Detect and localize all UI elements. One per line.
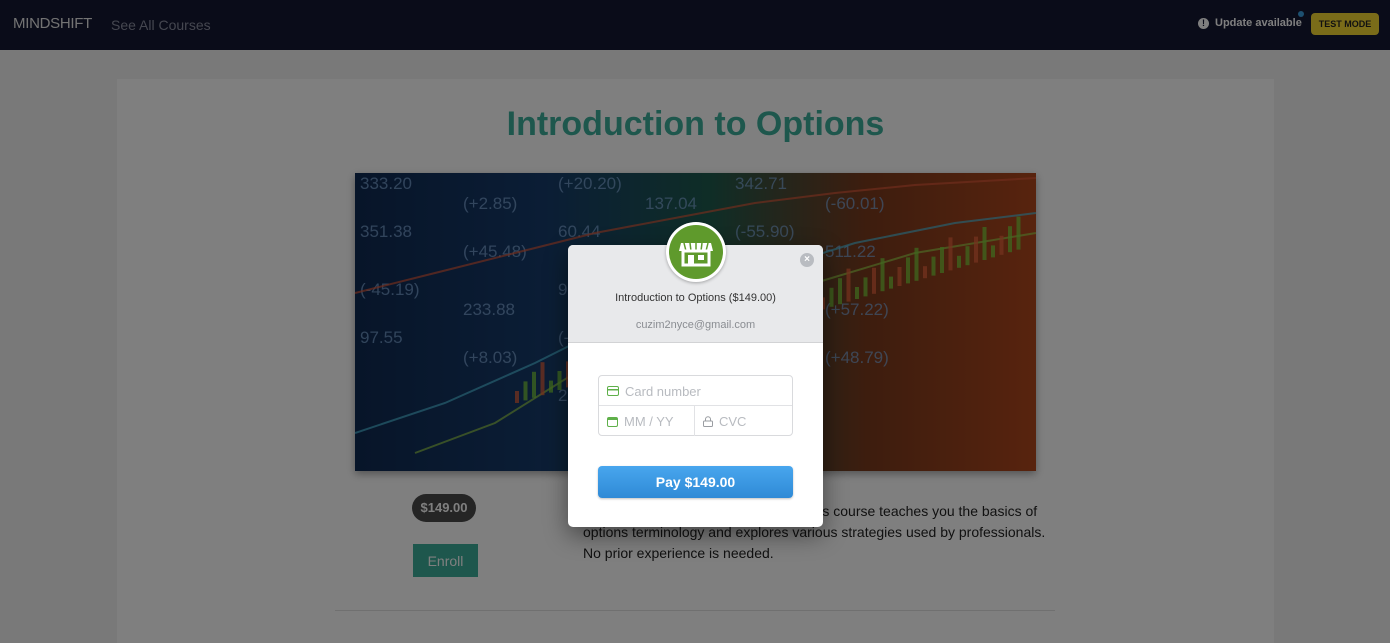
calendar-icon <box>607 416 618 427</box>
card-number-field[interactable]: Card number <box>599 376 792 406</box>
checkout-title: Introduction to Options ($149.00) <box>615 292 776 304</box>
merchant-logo <box>666 222 726 282</box>
cvc-field[interactable]: CVC <box>695 406 792 436</box>
expiry-placeholder: MM / YY <box>624 413 674 429</box>
cvc-placeholder: CVC <box>719 413 747 429</box>
card-number-placeholder: Card number <box>625 383 701 399</box>
storefront-icon <box>669 225 723 279</box>
expiry-field[interactable]: MM / YY <box>599 406 695 436</box>
checkout-modal: × Introduction to Options ($149.00) cuzi… <box>568 222 823 527</box>
lock-icon <box>703 415 713 427</box>
checkout-email: cuzim2nyce@gmail.com <box>635 319 756 331</box>
card-details-form: Card number MM / YY CVC <box>598 375 793 436</box>
pay-button[interactable]: Pay $149.00 <box>598 466 793 498</box>
credit-card-icon <box>607 386 619 396</box>
close-icon[interactable]: × <box>800 253 814 267</box>
